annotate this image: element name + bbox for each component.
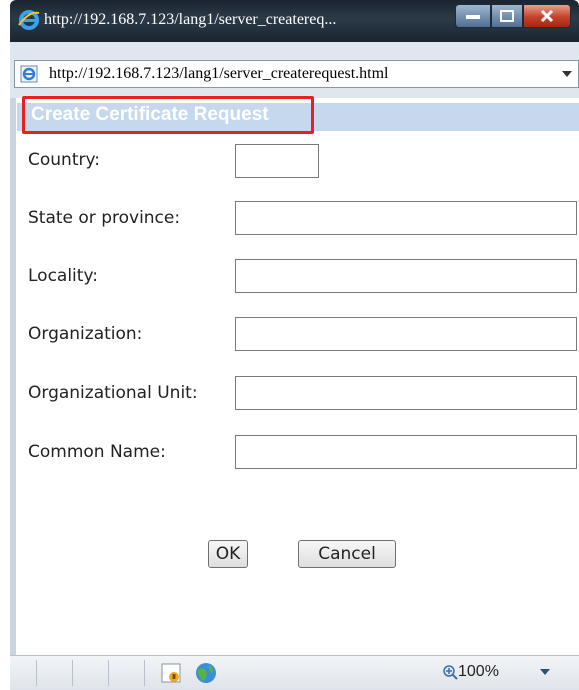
address-bar[interactable]: http://192.168.7.123/lang1/server_create…: [14, 60, 579, 88]
maximize-button[interactable]: [491, 4, 523, 28]
organization-input[interactable]: [235, 317, 577, 351]
common-name-label: Common Name:: [28, 442, 166, 462]
security-lock-icon[interactable]: [160, 662, 182, 684]
locality-label: Locality:: [28, 266, 99, 286]
common-name-input[interactable]: [235, 435, 577, 469]
zoom-icon[interactable]: [442, 664, 458, 680]
page-title: Create Certificate Request: [31, 104, 269, 125]
ok-button[interactable]: OK: [208, 540, 248, 568]
window-title-bar[interactable]: http://192.168.7.123/lang1/server_create…: [10, 0, 579, 42]
globe-icon[interactable]: [194, 661, 218, 685]
address-url: http://192.168.7.123/lang1/server_create…: [49, 65, 389, 82]
ie-page-icon: [20, 65, 38, 83]
status-bar: 100%: [10, 655, 579, 690]
window-left-border: [10, 98, 16, 689]
status-divider: [72, 660, 73, 686]
status-divider: [108, 660, 109, 686]
minimize-icon: [466, 15, 480, 19]
zoom-level[interactable]: 100%: [458, 663, 499, 681]
state-label: State or province:: [28, 208, 181, 228]
locality-input[interactable]: [235, 259, 577, 293]
status-divider: [144, 660, 145, 686]
cancel-button[interactable]: Cancel: [298, 540, 396, 568]
country-input[interactable]: [235, 144, 319, 178]
status-divider: [36, 660, 37, 686]
ie-logo-icon: [18, 10, 40, 30]
country-label: Country:: [28, 150, 101, 170]
state-input[interactable]: [235, 201, 577, 235]
org-unit-label: Organizational Unit:: [28, 383, 198, 403]
close-icon: [540, 9, 554, 23]
minimize-button[interactable]: [455, 4, 491, 28]
close-button[interactable]: [523, 4, 571, 28]
window-title: http://192.168.7.123/lang1/server_create…: [44, 11, 337, 28]
address-dropdown-icon[interactable]: [562, 71, 572, 77]
organization-label: Organization:: [28, 324, 143, 344]
zoom-dropdown-icon[interactable]: [539, 668, 551, 676]
org-unit-input[interactable]: [235, 376, 577, 410]
maximize-icon: [500, 10, 514, 22]
